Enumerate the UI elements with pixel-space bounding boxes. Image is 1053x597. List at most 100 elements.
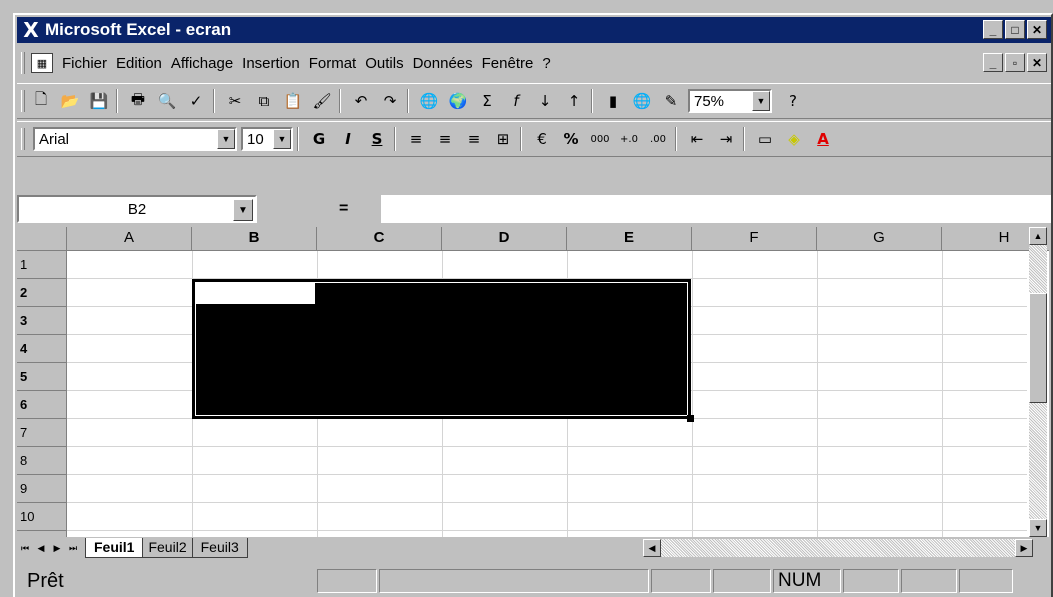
column-header-e[interactable]: E bbox=[567, 227, 692, 251]
merge-center-icon[interactable]: ⊞ bbox=[490, 126, 516, 152]
doc-minimize-button[interactable]: _ bbox=[983, 53, 1003, 72]
spelling-icon[interactable]: ✓ bbox=[183, 88, 209, 114]
increase-indent-icon[interactable]: ⇥ bbox=[713, 126, 739, 152]
font-combo[interactable]: Arial ▼ bbox=[33, 127, 237, 151]
menu-fenetre[interactable]: Fenêtre bbox=[482, 55, 534, 72]
vertical-scroll-track[interactable] bbox=[1029, 245, 1047, 519]
select-all-corner[interactable] bbox=[17, 227, 67, 251]
menu-grip[interactable] bbox=[21, 52, 25, 74]
horizontal-scrollbar[interactable]: ◀ ▶ bbox=[643, 539, 1033, 557]
last-sheet-icon[interactable]: ⏭ bbox=[65, 540, 81, 556]
active-cell-b2[interactable] bbox=[195, 282, 315, 304]
web-toolbar-icon[interactable]: 🌍 bbox=[445, 88, 471, 114]
menu-outils[interactable]: Outils bbox=[365, 55, 403, 72]
row-header-9[interactable]: 9 bbox=[17, 475, 67, 503]
equals-button[interactable]: = bbox=[339, 200, 348, 218]
office-assistant-icon[interactable]: ? bbox=[780, 88, 806, 114]
row-header-8[interactable]: 8 bbox=[17, 447, 67, 475]
formula-input[interactable] bbox=[381, 195, 1051, 223]
row-header-7[interactable]: 7 bbox=[17, 419, 67, 447]
align-center-icon[interactable]: ≡ bbox=[432, 126, 458, 152]
sort-ascending-icon[interactable]: ↓ bbox=[532, 88, 558, 114]
next-sheet-icon[interactable]: ▶ bbox=[49, 540, 65, 556]
underline-button[interactable]: S bbox=[364, 126, 390, 152]
align-left-icon[interactable]: ≡ bbox=[403, 126, 429, 152]
save-icon[interactable]: 💾 bbox=[86, 88, 112, 114]
menu-fichier[interactable]: Fichier bbox=[62, 55, 107, 72]
thousands-button[interactable]: 000 bbox=[587, 126, 613, 152]
scroll-right-icon[interactable]: ▶ bbox=[1015, 539, 1033, 557]
font-size-combo[interactable]: 10 ▼ bbox=[241, 127, 293, 151]
fill-color-icon[interactable]: ◈ bbox=[781, 126, 807, 152]
font-dropdown-icon[interactable]: ▼ bbox=[217, 129, 235, 149]
italic-button[interactable]: I bbox=[335, 126, 361, 152]
menu-format[interactable]: Format bbox=[309, 55, 357, 72]
scroll-up-icon[interactable]: ▲ bbox=[1029, 227, 1047, 245]
function-icon[interactable]: f bbox=[503, 88, 529, 114]
format-painter-icon[interactable]: 🖌 bbox=[309, 88, 335, 114]
scroll-left-icon[interactable]: ◀ bbox=[643, 539, 661, 557]
menu-insertion[interactable]: Insertion bbox=[242, 55, 300, 72]
currency-icon[interactable]: € bbox=[529, 126, 555, 152]
toolbar-grip[interactable] bbox=[21, 128, 25, 150]
column-header-c[interactable]: C bbox=[317, 227, 442, 251]
undo-icon[interactable]: ↶ bbox=[348, 88, 374, 114]
print-preview-icon[interactable]: 🔍 bbox=[154, 88, 180, 114]
column-header-f[interactable]: F bbox=[692, 227, 817, 251]
excel-app-icon[interactable]: X bbox=[21, 18, 41, 42]
column-header-g[interactable]: G bbox=[817, 227, 942, 251]
autosum-icon[interactable]: Σ bbox=[474, 88, 500, 114]
worksheet-grid[interactable]: ABCDEFGH1234567891011 bbox=[17, 227, 1049, 537]
row-header-6[interactable]: 6 bbox=[17, 391, 67, 419]
fill-handle[interactable] bbox=[687, 415, 694, 422]
drawing-icon[interactable]: ✎ bbox=[658, 88, 684, 114]
close-button[interactable]: ✕ bbox=[1027, 20, 1047, 39]
sheet-tab-feuil2[interactable]: Feuil2 bbox=[139, 538, 196, 558]
print-icon[interactable]: 🖶 bbox=[125, 88, 151, 114]
maximize-button[interactable]: □ bbox=[1005, 20, 1025, 39]
first-sheet-icon[interactable]: ⏮ bbox=[17, 540, 33, 556]
menu-help[interactable]: ? bbox=[542, 55, 550, 72]
redo-icon[interactable]: ↷ bbox=[377, 88, 403, 114]
menu-affichage[interactable]: Affichage bbox=[171, 55, 233, 72]
menu-edition[interactable]: Edition bbox=[116, 55, 162, 72]
decrease-indent-icon[interactable]: ⇤ bbox=[684, 126, 710, 152]
percent-button[interactable]: % bbox=[558, 126, 584, 152]
align-right-icon[interactable]: ≡ bbox=[461, 126, 487, 152]
sheet-tab-feuil1[interactable]: Feuil1 bbox=[85, 538, 144, 558]
name-box[interactable]: B2 ▼ bbox=[17, 195, 257, 223]
column-header-d[interactable]: D bbox=[442, 227, 567, 251]
row-header-3[interactable]: 3 bbox=[17, 307, 67, 335]
row-header-1[interactable]: 1 bbox=[17, 251, 67, 279]
name-box-dropdown-icon[interactable]: ▼ bbox=[233, 199, 253, 221]
row-header-10[interactable]: 10 bbox=[17, 503, 67, 531]
zoom-dropdown-icon[interactable]: ▼ bbox=[752, 91, 770, 111]
workbook-icon[interactable]: ▦ bbox=[31, 53, 53, 73]
new-icon[interactable]: 🗋 bbox=[28, 88, 54, 114]
minimize-button[interactable]: _ bbox=[983, 20, 1003, 39]
size-dropdown-icon[interactable]: ▼ bbox=[273, 129, 291, 149]
bold-button[interactable]: G bbox=[306, 126, 332, 152]
column-header-b[interactable]: B bbox=[192, 227, 317, 251]
hyperlink-icon[interactable]: 🌐 bbox=[416, 88, 442, 114]
vertical-scroll-thumb[interactable] bbox=[1029, 293, 1047, 403]
toolbar-grip[interactable] bbox=[21, 90, 25, 112]
open-icon[interactable]: 📂 bbox=[57, 88, 83, 114]
chart-wizard-icon[interactable]: ▮ bbox=[600, 88, 626, 114]
row-header-2[interactable]: 2 bbox=[17, 279, 67, 307]
sort-descending-icon[interactable]: ↑ bbox=[561, 88, 587, 114]
zoom-combo[interactable]: 75% ▼ bbox=[688, 89, 772, 113]
column-header-a[interactable]: A bbox=[67, 227, 192, 251]
copy-icon[interactable]: ⧉ bbox=[251, 88, 277, 114]
paste-icon[interactable]: 📋 bbox=[280, 88, 306, 114]
cut-icon[interactable]: ✂ bbox=[222, 88, 248, 114]
increase-decimal-icon[interactable]: +.0 bbox=[616, 126, 642, 152]
map-icon[interactable]: 🌐 bbox=[629, 88, 655, 114]
menu-donnees[interactable]: Données bbox=[413, 55, 473, 72]
doc-close-button[interactable]: ✕ bbox=[1027, 53, 1047, 72]
row-header-4[interactable]: 4 bbox=[17, 335, 67, 363]
sheet-tab-feuil3[interactable]: Feuil3 bbox=[191, 538, 248, 558]
prev-sheet-icon[interactable]: ◀ bbox=[33, 540, 49, 556]
vertical-scrollbar[interactable]: ▲ ▼ bbox=[1029, 227, 1047, 537]
decrease-decimal-icon[interactable]: .00 bbox=[645, 126, 671, 152]
